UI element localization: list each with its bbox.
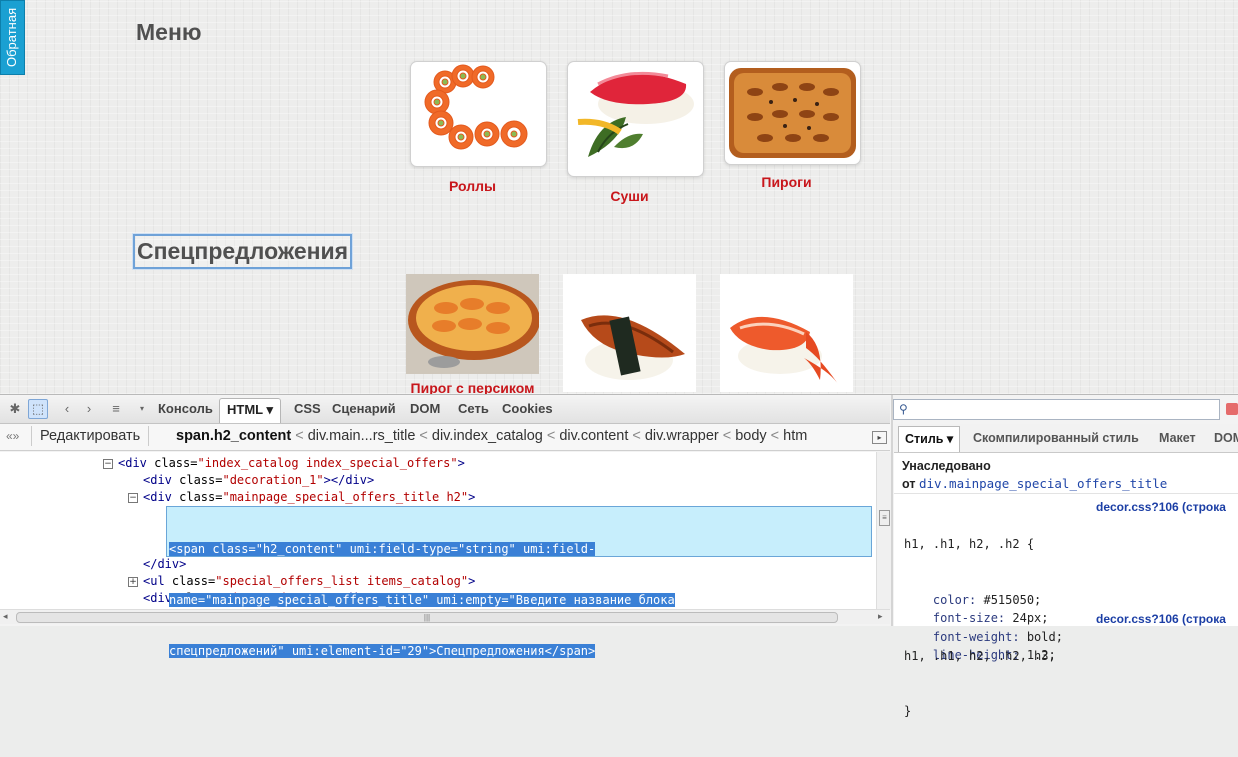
tab-side-dom[interactable]: DOM (1214, 431, 1238, 445)
search-input[interactable] (914, 401, 1218, 419)
menu-title: Меню (136, 19, 202, 45)
html-vertical-scrollbar[interactable]: ≡ (876, 452, 891, 609)
html-tree-node[interactable]: <div class="mainpage_special_offers_titl… (143, 489, 475, 506)
scroll-right-icon[interactable]: ▸ (878, 611, 883, 622)
css-selector: h1, .h1, h2, .h2, h3, (904, 649, 1056, 663)
breadcrumb-item[interactable]: div.index_catalog (432, 428, 543, 444)
scroll-left-icon[interactable]: ◂ (3, 611, 8, 622)
panel-splitter[interactable] (891, 395, 893, 626)
category-rolls-label[interactable]: Роллы (410, 178, 535, 194)
breadcrumb-item[interactable]: body (735, 428, 766, 444)
breadcrumb-item[interactable]: div.wrapper (645, 428, 719, 444)
shrimp-sushi-image (730, 316, 838, 384)
tab-dom[interactable]: DOM (410, 401, 440, 416)
offer-peach-pie-label[interactable]: Пирог с персиком (400, 380, 545, 394)
html-tree-node[interactable]: <div class="decoration_1"></div> (143, 472, 374, 489)
tab-html[interactable]: HTML ▾ (219, 398, 282, 423)
close-icon[interactable] (1226, 403, 1238, 415)
inherited-from-link[interactable]: div.mainpage_special_offers_title (919, 476, 1167, 491)
breadcrumb-item[interactable]: htm (783, 428, 807, 444)
list-menu-icon[interactable]: ≡ (107, 400, 125, 418)
eel-sushi-image (581, 315, 685, 380)
tab-css[interactable]: CSS (294, 401, 321, 416)
breadcrumb-item[interactable]: div.main...rs_title (308, 428, 416, 444)
devtools-toolbar: ✱ ⬚ ‹ › ≡ ▾ Консоль HTML ▾ CSS Сценарий … (0, 395, 890, 424)
inherited-from-prefix: от (902, 477, 916, 491)
search-icon: ⚲ (899, 402, 908, 416)
category-pies-label[interactable]: Пироги (724, 174, 849, 190)
devtools-search-box[interactable]: ⚲ (893, 399, 1220, 420)
breadcrumb-path: span.h2_content < div.main...rs_title < div.… (176, 428, 808, 444)
inspect-element-icon[interactable]: ⬚ (28, 399, 48, 419)
divider (894, 493, 1238, 494)
category-sushi-card[interactable] (567, 61, 704, 177)
html-horizontal-scrollbar[interactable]: ◂ ||| ▸ (0, 609, 890, 624)
inherited-from: от div.mainpage_special_offers_title (902, 476, 1167, 491)
css-rule-2: h1, .h1, h2, .h2, h3, (904, 610, 1056, 703)
tab-network[interactable]: Сеть (458, 401, 489, 416)
sushi-image (577, 71, 694, 157)
breadcrumb-scroll-icon[interactable]: ▸ (872, 431, 887, 444)
collapse-node-icon[interactable]: − (128, 493, 138, 503)
scroll-thumb[interactable]: ≡ (879, 510, 890, 526)
tab-script[interactable]: Сценарий (332, 401, 396, 416)
back-arrow-icon[interactable]: ‹ (58, 400, 76, 418)
edit-button[interactable]: Редактировать (31, 426, 150, 446)
selected-line: спецпредложений" umi:element-id="29">Спе… (169, 644, 596, 658)
tab-layout[interactable]: Макет (1159, 431, 1196, 445)
website-viewport: Обратная Меню Роллы Суши Пироги Спецпред… (0, 0, 1238, 394)
breadcrumb-item[interactable]: div.content (559, 428, 628, 444)
tab-cookies[interactable]: Cookies (502, 401, 553, 416)
selected-line: <span class="h2_content" umi:field-type=… (169, 542, 596, 556)
expand-icon[interactable]: «» (6, 429, 19, 443)
scroll-thumb[interactable]: ||| (16, 612, 838, 623)
selected-element-markup[interactable]: <span class="h2_content" umi:field-type=… (169, 507, 675, 694)
firebug-bug-icon[interactable]: ✱ (6, 400, 24, 418)
inherited-heading: Унаследовано (902, 459, 991, 473)
devtools-panel: ✱ ⬚ ‹ › ≡ ▾ Консоль HTML ▾ CSS Сценарий … (0, 394, 1238, 718)
feedback-tab-label: Обратная (4, 7, 19, 67)
css-source-link[interactable]: decor.css?106 (строка (1096, 500, 1226, 514)
offer-eel-sushi-card[interactable] (563, 274, 696, 392)
side-tabs: Стиль ▾ Скомпилированный стиль Макет DOM (894, 424, 1238, 453)
category-rolls-card[interactable] (410, 61, 547, 167)
panel-dropdown-icon[interactable]: ▾ (133, 400, 151, 418)
tab-style[interactable]: Стиль ▾ (898, 426, 961, 452)
pie-image (729, 68, 856, 158)
style-side-panel: Стиль ▾ Скомпилированный стиль Макет DOM… (894, 424, 1238, 718)
offer-shrimp-sushi-card[interactable] (720, 274, 853, 392)
css-source-link[interactable]: decor.css?106 (строка (1096, 612, 1226, 626)
selected-line: name="mainpage_special_offers_title" umi… (169, 593, 675, 607)
category-sushi-label[interactable]: Суши (567, 188, 692, 204)
breadcrumb-current[interactable]: span.h2_content (176, 428, 291, 444)
css-selector: h1, .h1, h2, .h2 { (904, 537, 1035, 551)
breadcrumb: «» Редактировать span.h2_content < div.mai… (0, 424, 890, 451)
forward-arrow-icon[interactable]: › (80, 400, 98, 418)
expand-node-icon[interactable]: + (128, 577, 138, 587)
tab-computed-style[interactable]: Скомпилированный стиль (973, 431, 1139, 445)
tab-console[interactable]: Консоль (158, 401, 213, 416)
feedback-tab[interactable]: Обратная (0, 0, 25, 75)
category-pies-card[interactable] (724, 61, 861, 165)
collapse-node-icon[interactable]: − (103, 459, 113, 469)
css-rule-close: } (904, 703, 912, 718)
special-offers-title[interactable]: Спецпредложения (133, 234, 353, 269)
html-tree-node[interactable]: <div class="index_catalog index_special_… (118, 455, 465, 472)
rolls-image (424, 64, 528, 150)
offer-peach-pie-card[interactable] (406, 274, 539, 374)
peach-pie-image (406, 274, 539, 374)
css-declaration[interactable]: color: #515050; (904, 591, 1063, 610)
